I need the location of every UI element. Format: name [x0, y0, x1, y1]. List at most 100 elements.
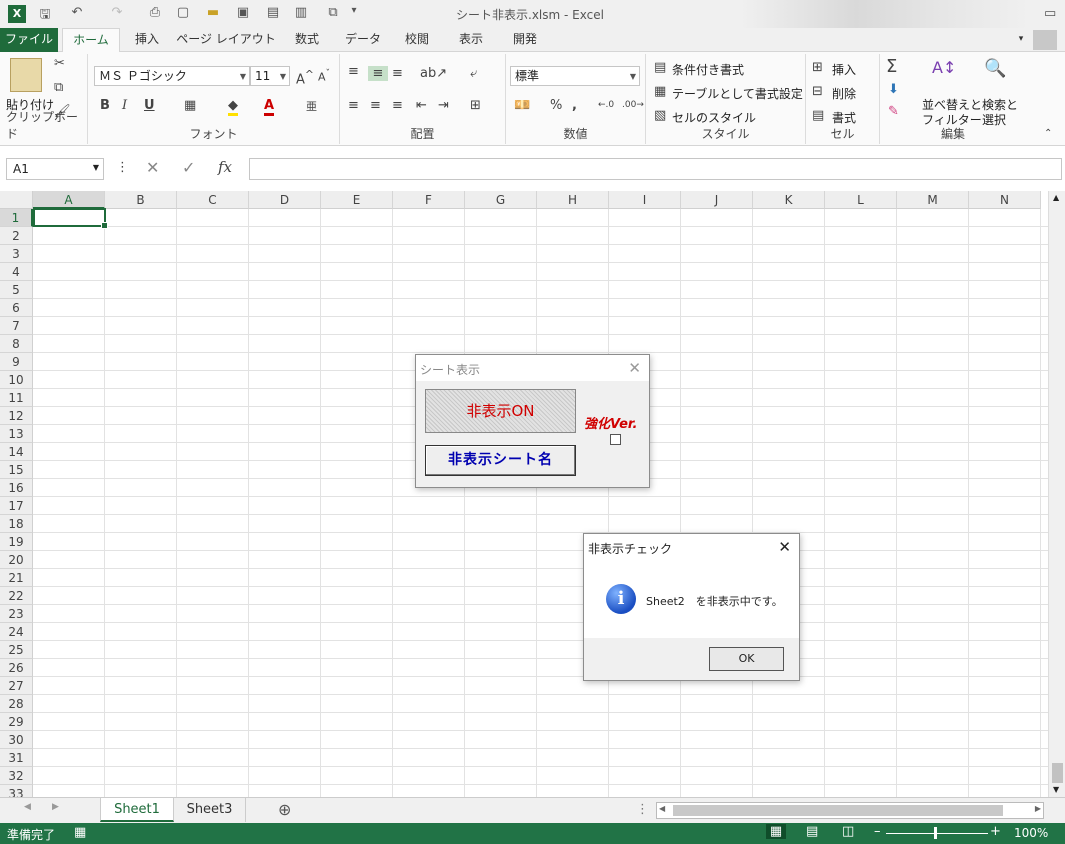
undo-icon[interactable]: ↶ — [64, 5, 90, 23]
align-center-icon[interactable]: ≡ — [370, 98, 381, 113]
macro-icon[interactable]: ▣ — [234, 5, 252, 23]
column-header[interactable]: E — [321, 191, 393, 209]
row-header[interactable]: 1 — [0, 209, 33, 227]
sheet-icon[interactable]: ▤ — [264, 5, 282, 23]
cell-styles-button[interactable]: セルのスタイル — [672, 109, 756, 126]
column-header[interactable]: M — [897, 191, 969, 209]
row-header[interactable]: 22 — [0, 587, 33, 605]
ribbon-options-icon[interactable]: ▾ — [1014, 28, 1028, 52]
column-header[interactable]: F — [393, 191, 465, 209]
currency-icon[interactable]: 💴 — [514, 98, 530, 113]
column-header[interactable]: D — [249, 191, 321, 209]
tab-insert[interactable]: 挿入 — [124, 28, 170, 52]
ok-button[interactable]: OK — [709, 647, 784, 671]
cut-icon[interactable]: ✂ — [54, 56, 65, 71]
column-header[interactable]: H — [537, 191, 609, 209]
shrink-font-icon[interactable]: Aˇ — [318, 68, 330, 84]
name-box[interactable]: A1 ▼ — [6, 158, 104, 180]
orientation-icon[interactable]: ab↗ — [420, 66, 447, 81]
active-cell[interactable] — [33, 208, 108, 229]
row-header[interactable]: 9 — [0, 353, 33, 371]
row-header[interactable]: 10 — [0, 371, 33, 389]
prev-sheet-icon[interactable]: ◀ — [24, 802, 31, 812]
customize-qat-icon[interactable]: ▾ — [348, 5, 360, 23]
font-name-select[interactable]: ＭＳ Ｐゴシック ▼ — [94, 66, 250, 86]
tab-review[interactable]: 校閲 — [394, 28, 440, 52]
row-header[interactable]: 24 — [0, 623, 33, 641]
row-header[interactable]: 21 — [0, 569, 33, 587]
insert-cells-button[interactable]: 挿入 — [832, 61, 856, 78]
row-header[interactable]: 23 — [0, 605, 33, 623]
scroll-up-icon[interactable]: ▲ — [1053, 193, 1059, 202]
row-header[interactable]: 8 — [0, 335, 33, 353]
select-all-corner[interactable] — [0, 191, 33, 209]
align-middle-icon[interactable]: ≡ — [368, 66, 388, 81]
new-file-icon[interactable]: ▢ — [174, 5, 192, 23]
fill-color-icon[interactable]: ◆ — [228, 98, 238, 116]
insert-function-icon[interactable]: fx — [218, 158, 232, 176]
row-header[interactable]: 27 — [0, 677, 33, 695]
column-header[interactable]: J — [681, 191, 753, 209]
tab-page-layout[interactable]: ページ レイアウト — [176, 28, 276, 52]
tab-formulas[interactable]: 数式 — [284, 28, 330, 52]
collapse-ribbon-icon[interactable]: ⌃ — [1044, 128, 1052, 139]
row-header[interactable]: 25 — [0, 641, 33, 659]
delete-cells-button[interactable]: 削除 — [832, 85, 856, 102]
row-header[interactable]: 14 — [0, 443, 33, 461]
h-scroll-thumb[interactable] — [673, 805, 1003, 816]
conditional-format-button[interactable]: 条件付き書式 — [672, 61, 744, 78]
scroll-thumb[interactable] — [1052, 763, 1063, 783]
column-header[interactable]: K — [753, 191, 825, 209]
sheet-tab-sheet3[interactable]: Sheet3 — [174, 798, 246, 822]
tab-file[interactable]: ファイル — [0, 28, 58, 52]
row-header[interactable]: 3 — [0, 245, 33, 263]
vertical-scrollbar[interactable]: ▲ ▼ — [1048, 191, 1065, 797]
zoom-slider-thumb[interactable] — [934, 827, 937, 839]
tab-view[interactable]: 表示 — [448, 28, 494, 52]
increase-indent-icon[interactable]: ⇥ — [438, 98, 449, 113]
enhanced-version-checkbox[interactable] — [610, 434, 621, 445]
column-header[interactable]: B — [105, 191, 177, 209]
save-icon[interactable]: 🖫 — [36, 5, 54, 23]
row-header[interactable]: 6 — [0, 299, 33, 317]
row-header[interactable]: 16 — [0, 479, 33, 497]
italic-button[interactable]: I — [122, 98, 127, 113]
tab-home[interactable]: ホーム — [62, 28, 120, 53]
column-header[interactable]: N — [969, 191, 1041, 209]
row-header[interactable]: 17 — [0, 497, 33, 515]
cancel-icon[interactable]: ✕ — [146, 158, 159, 177]
add-sheet-icon[interactable]: ⊕ — [278, 800, 291, 819]
row-header[interactable]: 18 — [0, 515, 33, 533]
row-header[interactable]: 19 — [0, 533, 33, 551]
increase-decimal-icon[interactable]: ←.0 — [598, 100, 614, 110]
horizontal-scrollbar[interactable]: ◀ ▶ — [656, 802, 1044, 819]
bold-button[interactable]: B — [100, 98, 110, 113]
page-layout-view-icon[interactable]: ▤ — [806, 824, 818, 839]
clear-icon[interactable]: ✎ — [888, 104, 899, 119]
vba-icon[interactable]: ⧉ — [320, 5, 346, 23]
enter-icon[interactable]: ✓ — [182, 158, 195, 177]
font-size-select[interactable]: 11 ▼ — [250, 66, 290, 86]
formula-input[interactable] — [249, 158, 1062, 180]
avatar[interactable] — [1033, 30, 1057, 50]
row-header[interactable]: 15 — [0, 461, 33, 479]
align-top-icon[interactable]: ≡ — [348, 64, 359, 79]
align-right-icon[interactable]: ≡ — [392, 98, 403, 113]
format-as-table-button[interactable]: テーブルとして書式設定 — [672, 85, 803, 102]
row-header[interactable]: 12 — [0, 407, 33, 425]
redo-icon[interactable]: ↷ — [104, 5, 130, 23]
row-header[interactable]: 7 — [0, 317, 33, 335]
splitter-icon[interactable]: ⋮ — [636, 802, 649, 817]
close-icon[interactable]: ✕ — [778, 538, 791, 556]
column-header[interactable]: I — [609, 191, 681, 209]
merge-center-icon[interactable]: ⊞ — [470, 98, 481, 113]
row-header[interactable]: 28 — [0, 695, 33, 713]
row-header[interactable]: 4 — [0, 263, 33, 281]
decrease-indent-icon[interactable]: ⇤ — [416, 98, 427, 113]
row-header[interactable]: 32 — [0, 767, 33, 785]
phonetic-icon[interactable]: 亜 — [306, 98, 317, 114]
column-header[interactable]: G — [465, 191, 537, 209]
zoom-level[interactable]: 100% — [1014, 826, 1048, 840]
format-cells-button[interactable]: 書式 — [832, 109, 856, 126]
scroll-down-icon[interactable]: ▼ — [1053, 785, 1059, 794]
